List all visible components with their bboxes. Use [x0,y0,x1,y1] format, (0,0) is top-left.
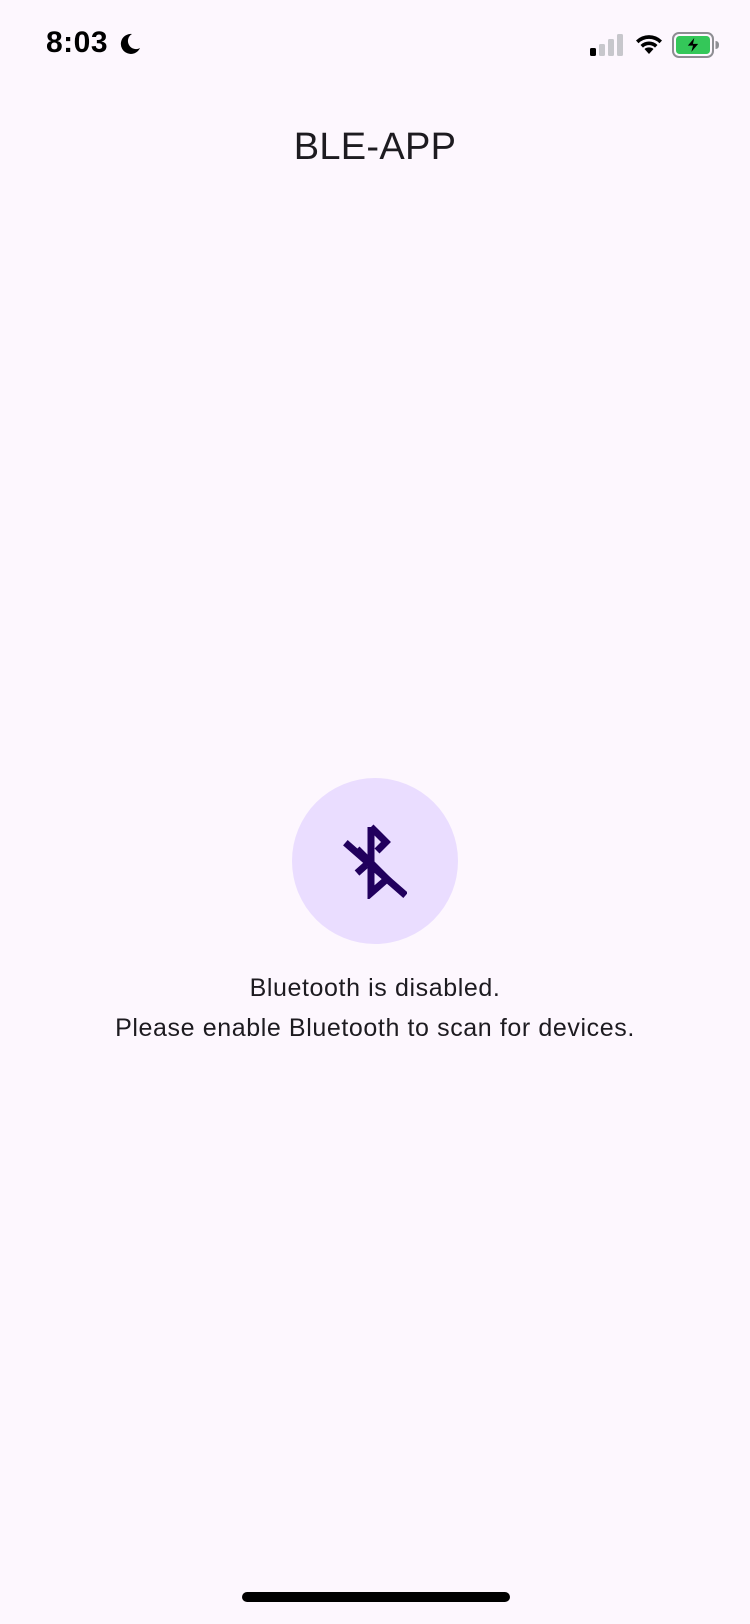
bluetooth-icon-circle [292,778,458,944]
status-bar: 8:03 [0,0,750,90]
bluetooth-status-message: Bluetooth is disabled. Please enable Blu… [115,968,635,1048]
status-time: 8:03 [46,26,109,59]
app-title: BLE-APP [293,125,457,168]
moon-icon [120,33,140,54]
bluetooth-disabled-panel: Bluetooth is disabled. Please enable Blu… [0,778,750,1048]
bluetooth-enable-hint-text: Please enable Bluetooth to scan for devi… [115,1014,635,1042]
cellular-signal-icon [590,34,623,56]
home-indicator[interactable] [242,1592,510,1602]
wifi-icon [636,35,662,54]
battery-charging-icon [672,32,719,58]
app-bar: BLE-APP [0,112,750,182]
bluetooth-disabled-icon [343,824,407,899]
bluetooth-disabled-text: Bluetooth is disabled. [249,974,501,1002]
